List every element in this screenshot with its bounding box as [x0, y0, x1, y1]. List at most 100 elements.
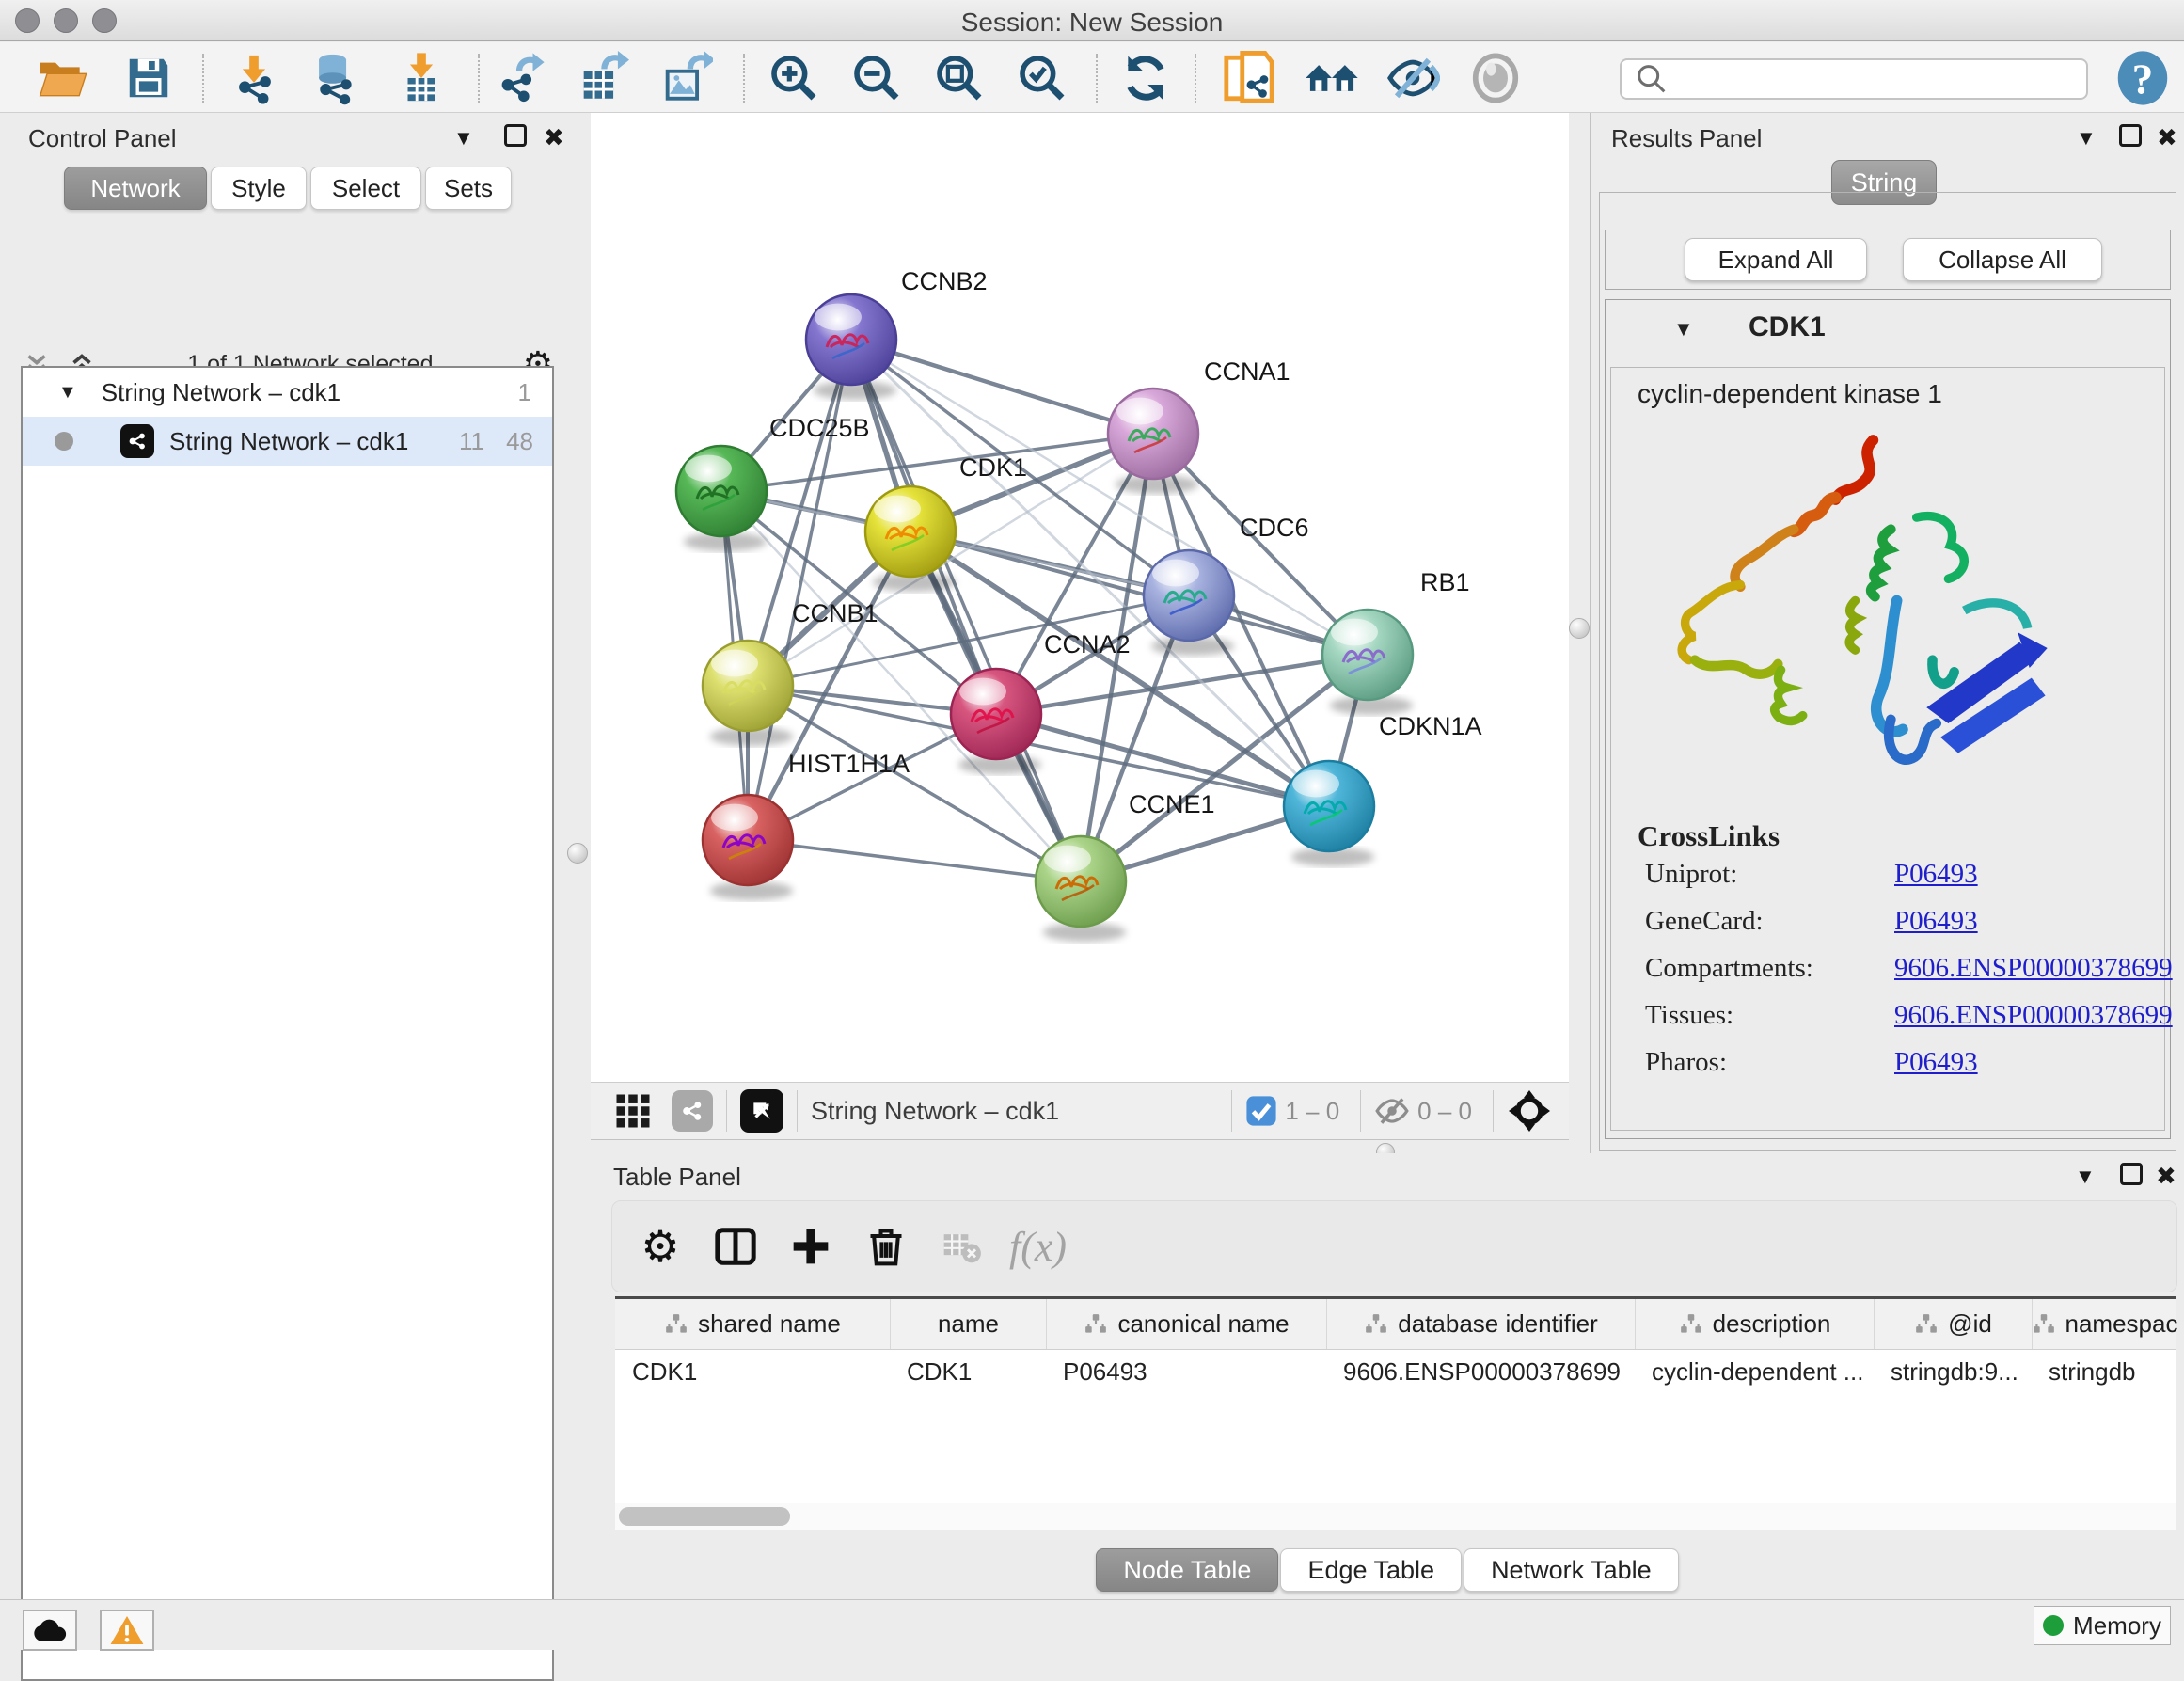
- table-body: CDK1CDK1P064939606.ENSP00000378699cyclin…: [615, 1350, 2176, 1393]
- crosslink-row: Uniprot: P06493: [1645, 859, 2153, 904]
- tab-network[interactable]: Network: [64, 167, 207, 210]
- apply-layout-button[interactable]: [1116, 50, 1176, 106]
- string-view-icon[interactable]: [672, 1090, 713, 1132]
- collapse-panel-icon[interactable]: ▼: [2076, 126, 2097, 151]
- import-network-database-button[interactable]: [305, 50, 365, 106]
- show-graphics-details-button[interactable]: [1465, 50, 1526, 106]
- show-columns-icon[interactable]: [708, 1219, 763, 1274]
- hide-unhide-button[interactable]: [1383, 50, 1443, 106]
- warnings-button[interactable]: [100, 1610, 154, 1651]
- zoom-out-button[interactable]: [847, 50, 907, 106]
- collection-count: 1: [518, 378, 531, 407]
- tab-sets[interactable]: Sets: [425, 167, 512, 210]
- node-label: CDKN1A: [1379, 712, 1482, 740]
- crosslink-link[interactable]: 9606.ENSP00000378699: [1894, 953, 2173, 984]
- string-home-button[interactable]: [1302, 50, 1362, 106]
- crosslink-link[interactable]: 9606.ENSP00000378699: [1894, 1000, 2173, 1031]
- crosslink-row: GeneCard: P06493: [1645, 906, 2153, 951]
- column-header[interactable]: database identifier: [1326, 1299, 1635, 1349]
- zoom-selected-button[interactable]: [1012, 50, 1072, 106]
- table-cell[interactable]: CDK1: [615, 1350, 890, 1393]
- export-table-button[interactable]: [572, 50, 632, 106]
- splitter-knob[interactable]: [1569, 618, 1590, 639]
- string-network-icon: [120, 424, 154, 458]
- network-edge[interactable]: [851, 340, 1153, 434]
- network-edge[interactable]: [748, 840, 1081, 881]
- network-edge[interactable]: [910, 531, 1368, 655]
- help-button[interactable]: ?: [2113, 50, 2173, 106]
- column-header[interactable]: @id: [1874, 1299, 2032, 1349]
- save-session-button[interactable]: [119, 50, 179, 106]
- column-header[interactable]: canonical name: [1046, 1299, 1326, 1349]
- copy-network-button[interactable]: [1219, 50, 1279, 106]
- export-image-button[interactable]: [656, 50, 716, 106]
- collapse-panel-icon[interactable]: ▼: [453, 126, 474, 151]
- detach-view-icon[interactable]: [740, 1089, 783, 1133]
- grid-view-icon[interactable]: [613, 1091, 653, 1131]
- crosslink-link[interactable]: P06493: [1894, 859, 1978, 890]
- hidden-eye-icon[interactable]: [1374, 1093, 1410, 1129]
- export-network-button[interactable]: [489, 50, 549, 106]
- main-toolbar: ?: [0, 42, 2184, 113]
- table-cell[interactable]: CDK1: [890, 1350, 1046, 1393]
- column-header[interactable]: name: [890, 1299, 1046, 1349]
- table-cell[interactable]: stringdb: [2032, 1350, 2176, 1393]
- table-row[interactable]: CDK1CDK1P064939606.ENSP00000378699cyclin…: [615, 1350, 2176, 1393]
- add-column-icon[interactable]: [783, 1219, 838, 1274]
- tab-edge-table[interactable]: Edge Table: [1280, 1548, 1462, 1592]
- open-session-button[interactable]: [32, 50, 92, 106]
- tab-node-table[interactable]: Node Table: [1096, 1548, 1278, 1592]
- table-cell[interactable]: stringdb:9...: [1874, 1350, 2032, 1393]
- table-cell[interactable]: cyclin-dependent ...: [1635, 1350, 1874, 1393]
- tab-network-table[interactable]: Network Table: [1464, 1548, 1679, 1592]
- float-panel-icon[interactable]: [504, 124, 527, 153]
- crosslink-label: Tissues:: [1645, 1000, 1733, 1031]
- tree-caret-icon[interactable]: ▼: [58, 382, 77, 404]
- zoom-in-button[interactable]: [764, 50, 824, 106]
- tab-style[interactable]: Style: [211, 167, 307, 210]
- network-graph: CCNB2CCNA1CDC25BCDK1CDC6RB1CCNB1CCNA2CDK…: [591, 113, 1569, 1082]
- float-panel-icon[interactable]: [2120, 1163, 2143, 1192]
- column-type-icon: [1679, 1312, 1703, 1337]
- memory-button[interactable]: Memory: [2034, 1606, 2171, 1645]
- network-row[interactable]: String Network – cdk1 11 48: [23, 417, 552, 466]
- column-header[interactable]: namespac: [2032, 1299, 2176, 1349]
- network-canvas[interactable]: CCNB2CCNA1CDC25BCDK1CDC6RB1CCNB1CCNA2CDK…: [591, 113, 1569, 1082]
- search-input[interactable]: [1670, 60, 2086, 98]
- birdseye-crosshair-icon[interactable]: [1507, 1088, 1552, 1134]
- delete-column-icon[interactable]: [859, 1219, 913, 1274]
- close-panel-icon[interactable]: ✖: [544, 123, 564, 152]
- table-settings-gear-icon[interactable]: ⚙: [633, 1219, 688, 1274]
- crosslinks-heading: CrossLinks: [1638, 819, 1780, 853]
- scrollbar-thumb[interactable]: [619, 1507, 790, 1526]
- close-panel-icon[interactable]: ✖: [2157, 123, 2177, 152]
- splitter-knob[interactable]: [567, 843, 588, 864]
- selected-checkbox-icon[interactable]: [1245, 1095, 1277, 1127]
- control-panel: Control Panel ▼ ✖ Network Style Select S…: [0, 113, 564, 1599]
- float-panel-icon[interactable]: [2119, 124, 2142, 153]
- close-panel-icon[interactable]: ✖: [2156, 1162, 2176, 1191]
- network-label: String Network – cdk1: [169, 427, 408, 456]
- horizontal-scrollbar[interactable]: [615, 1503, 2176, 1530]
- column-header[interactable]: shared name: [615, 1299, 890, 1349]
- zoom-fit-button[interactable]: [929, 50, 989, 106]
- crosslink-link[interactable]: P06493: [1894, 906, 1978, 937]
- crosslink-link[interactable]: P06493: [1894, 1047, 1978, 1078]
- refresh-icon: [1119, 52, 1172, 104]
- collapse-panel-icon[interactable]: ▼: [2075, 1165, 2096, 1189]
- protein-details: cyclin-dependent kinase 1: [1610, 367, 2165, 1131]
- section-caret-icon[interactable]: ▼: [1673, 317, 1694, 341]
- import-table-file-button[interactable]: [391, 50, 451, 106]
- network-edge[interactable]: [851, 340, 1081, 881]
- node-table: shared namenamecanonical namedatabase id…: [615, 1296, 2176, 1530]
- expand-all-button[interactable]: Expand All: [1685, 238, 1867, 281]
- import-network-file-button[interactable]: [224, 50, 284, 106]
- network-collection-row[interactable]: ▼ String Network – cdk1 1: [23, 368, 552, 417]
- column-header[interactable]: description: [1635, 1299, 1874, 1349]
- node-label: CCNB2: [901, 267, 988, 295]
- collapse-all-button[interactable]: Collapse All: [1903, 238, 2102, 281]
- table-cell[interactable]: 9606.ENSP00000378699: [1326, 1350, 1635, 1393]
- tab-select[interactable]: Select: [310, 167, 421, 210]
- cloud-status-button[interactable]: [23, 1610, 77, 1651]
- table-cell[interactable]: P06493: [1046, 1350, 1326, 1393]
